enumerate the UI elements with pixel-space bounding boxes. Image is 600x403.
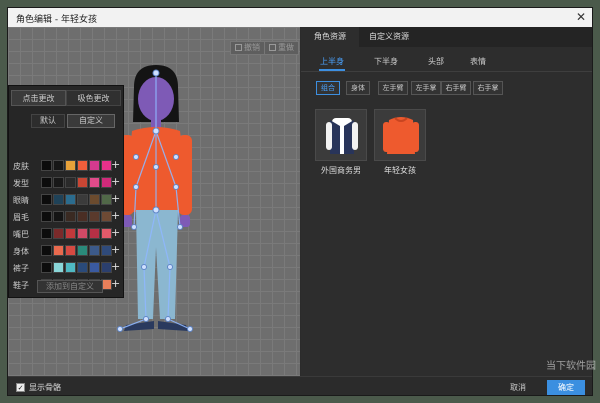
color-swatch[interactable] — [41, 228, 52, 239]
color-row: 皮肤 + — [12, 159, 122, 172]
add-color-icon[interactable]: + — [111, 244, 120, 256]
color-swatch[interactable] — [41, 245, 52, 256]
resource-panel: 角色资源 自定义资源 上半身 下半身 头部 表情 组合 身体 左手臂 左手掌 右… — [301, 27, 592, 376]
color-swatch[interactable] — [77, 228, 88, 239]
color-swatch[interactable] — [89, 194, 100, 205]
tab-expression[interactable]: 表情 — [467, 55, 489, 71]
show-skeleton-checkbox[interactable]: ✓ — [16, 383, 25, 392]
bottom-bar: ✓ 显示骨骼 取消 确定 — [8, 376, 592, 395]
color-swatch[interactable] — [89, 177, 100, 188]
color-swatch[interactable] — [53, 228, 64, 239]
add-to-custom-button[interactable]: 添加到自定义 — [37, 280, 103, 293]
color-swatch[interactable] — [89, 211, 100, 222]
color-row-label: 眼睛 — [13, 196, 29, 205]
color-row: 发型 + — [12, 176, 122, 189]
color-row: 眉毛 + — [12, 210, 122, 223]
character-editor-window: 角色编辑 - 年轻女孩 ✕ 撤销 重做 点击更改 吸色更改 默认 自定义 皮肤 … — [7, 7, 593, 396]
part-tab-right-arm[interactable]: 右手臂 — [441, 81, 471, 95]
color-swatch[interactable] — [65, 245, 76, 256]
resource-label-young-girl: 年轻女孩 — [384, 166, 416, 175]
color-swatch[interactable] — [41, 160, 52, 171]
custom-button[interactable]: 自定义 — [67, 114, 115, 128]
color-row-label: 皮肤 — [13, 162, 29, 171]
color-swatch[interactable] — [53, 194, 64, 205]
color-row: 裤子 + — [12, 261, 122, 274]
color-swatch[interactable] — [65, 160, 76, 171]
color-row-label: 发型 — [13, 179, 29, 188]
part-tab-body[interactable]: 身体 — [346, 81, 370, 95]
color-swatch[interactable] — [65, 211, 76, 222]
part-tab-right-hand[interactable]: 右手掌 — [473, 81, 503, 95]
close-icon[interactable]: ✕ — [574, 10, 588, 24]
color-swatch[interactable] — [65, 228, 76, 239]
color-row-label: 裤子 — [13, 264, 29, 273]
color-swatch[interactable] — [65, 194, 76, 205]
window-title: 角色编辑 - 年轻女孩 — [16, 15, 97, 25]
color-swatch[interactable] — [65, 177, 76, 188]
color-row: 身体 + — [12, 244, 122, 257]
resource-label-business-man: 外国商务男 — [321, 166, 361, 175]
vest-icon — [326, 118, 358, 154]
default-button[interactable]: 默认 — [31, 114, 65, 128]
color-swatch[interactable] — [77, 245, 88, 256]
pants — [136, 210, 178, 319]
color-swatch[interactable] — [53, 160, 64, 171]
color-swatch[interactable] — [41, 177, 52, 188]
color-swatch[interactable] — [89, 262, 100, 273]
color-swatch[interactable] — [41, 194, 52, 205]
color-row: 眼睛 + — [12, 193, 122, 206]
tab-character-resources[interactable]: 角色资源 — [301, 27, 359, 47]
tab-bar-fill — [419, 27, 592, 47]
resource-card-business-man[interactable] — [315, 109, 367, 161]
sub-tab-divider — [301, 71, 592, 72]
add-color-icon[interactable]: + — [111, 261, 120, 273]
color-row-label: 鞋子 — [13, 281, 29, 290]
color-swatch[interactable] — [41, 262, 52, 273]
color-swatch[interactable] — [77, 160, 88, 171]
color-swatch[interactable] — [53, 177, 64, 188]
color-swatch[interactable] — [41, 211, 52, 222]
color-mode-tabs: 点击更改 吸色更改 — [11, 90, 121, 106]
color-row-label: 眉毛 — [13, 213, 29, 222]
color-row-label: 嘴巴 — [13, 230, 29, 239]
color-swatch[interactable] — [77, 262, 88, 273]
add-color-icon[interactable]: + — [111, 193, 120, 205]
color-row-label: 身体 — [13, 247, 29, 256]
color-swatch[interactable] — [89, 245, 100, 256]
tab-click-change[interactable]: 点击更改 — [11, 90, 66, 106]
part-tab-left-arm[interactable]: 左手臂 — [378, 81, 408, 95]
right-sleeve — [178, 135, 192, 215]
confirm-button[interactable]: 确定 — [547, 380, 585, 395]
color-panel: 点击更改 吸色更改 默认 自定义 皮肤 + 发型 + 眼睛 + 眉毛 + 嘴巴 + 身体 + 裤子 + 鞋子… — [8, 85, 124, 298]
add-color-icon[interactable]: + — [111, 227, 120, 239]
part-tab-left-hand[interactable]: 左手掌 — [411, 81, 441, 95]
tab-head[interactable]: 头部 — [425, 55, 447, 71]
add-color-icon[interactable]: + — [111, 210, 120, 222]
title-bar: 角色编辑 - 年轻女孩 ✕ — [8, 8, 592, 27]
color-row: 嘴巴 + — [12, 227, 122, 240]
watermark: 当下软件园 — [546, 361, 596, 372]
resource-card-young-girl[interactable] — [374, 109, 426, 161]
color-swatch[interactable] — [53, 211, 64, 222]
tab-pick-change[interactable]: 吸色更改 — [66, 90, 121, 106]
color-swatch[interactable] — [89, 228, 100, 239]
add-color-icon[interactable]: + — [111, 176, 120, 188]
cancel-button[interactable]: 取消 — [504, 380, 532, 395]
add-color-icon[interactable]: + — [111, 278, 120, 290]
part-tab-combo[interactable]: 组合 — [316, 81, 340, 95]
show-skeleton-label: 显示骨骼 — [29, 383, 61, 392]
tab-lower-body[interactable]: 下半身 — [373, 55, 399, 71]
color-swatch[interactable] — [77, 194, 88, 205]
color-swatch[interactable] — [65, 262, 76, 273]
color-swatch[interactable] — [53, 245, 64, 256]
hoodie-icon — [383, 117, 419, 154]
color-swatch[interactable] — [77, 211, 88, 222]
color-swatch[interactable] — [77, 177, 88, 188]
tab-upper-body[interactable]: 上半身 — [319, 55, 345, 71]
color-swatch[interactable] — [89, 160, 100, 171]
color-swatch[interactable] — [53, 262, 64, 273]
tab-custom-resources[interactable]: 自定义资源 — [359, 27, 419, 47]
add-color-icon[interactable]: + — [111, 159, 120, 171]
character-canvas[interactable]: 撤销 重做 点击更改 吸色更改 默认 自定义 皮肤 + 发型 + 眼睛 + 眉毛… — [8, 27, 300, 376]
